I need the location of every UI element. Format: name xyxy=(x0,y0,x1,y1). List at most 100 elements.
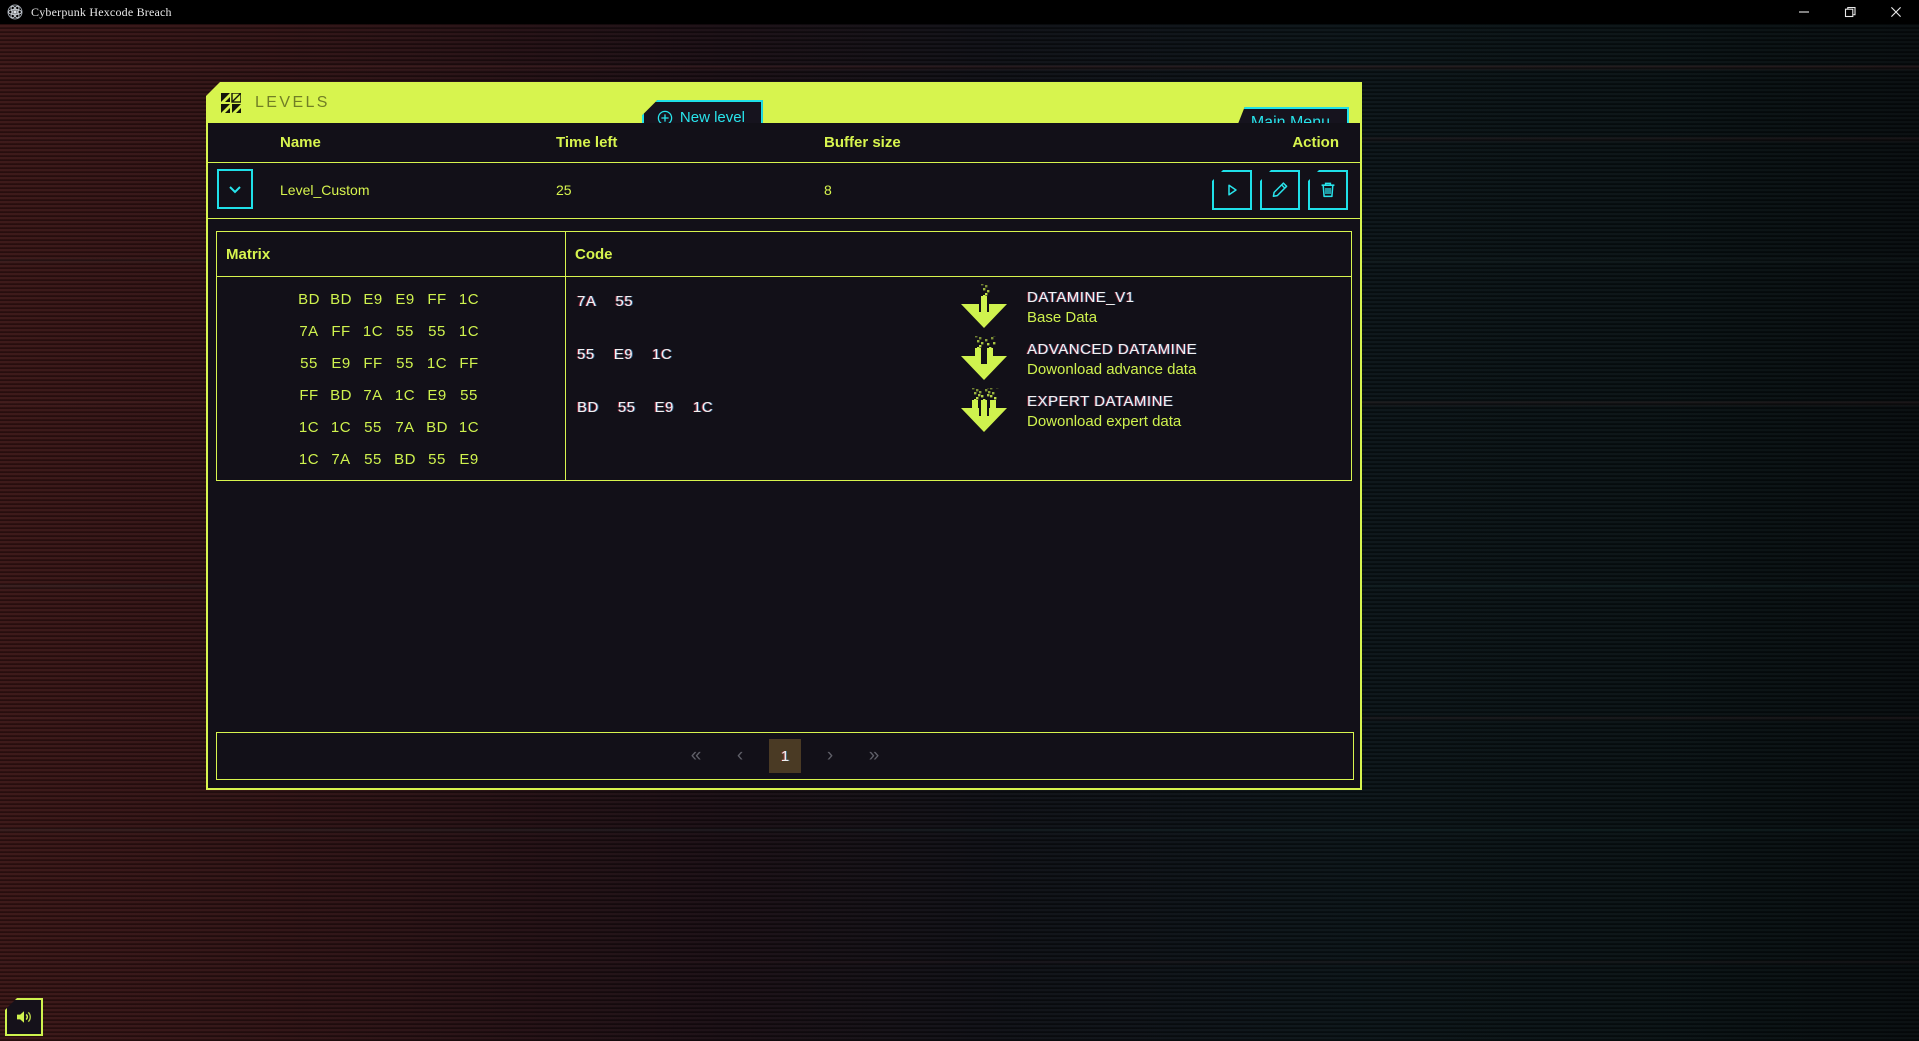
matrix-grid: BD BD E9 E9 FF 1C 7A FF 1C 55 55 1C 55 E9 FF 55 1C FF FF BD… xyxy=(293,291,485,468)
datamine-reward-row: DATAMINE_V1 Base Data xyxy=(958,281,1197,333)
code-cell: BD xyxy=(577,399,599,416)
matrix-cell[interactable]: 1C xyxy=(293,451,325,468)
speaker-on-icon xyxy=(14,1007,34,1027)
matrix-body: BD BD E9 E9 FF 1C 7A FF 1C 55 55 1C 55 E9 FF 55 1C FF FF BD… xyxy=(217,277,565,480)
column-header-action: Action xyxy=(1292,134,1339,151)
play-icon xyxy=(1223,181,1241,199)
datamine-subtitle: Dowonload expert data xyxy=(1027,412,1182,430)
levels-panel: LEVELS New level Main Menu Name Time lef… xyxy=(206,82,1362,790)
window-titlebar: Cyberpunk Hexcode Breach xyxy=(0,0,1919,24)
matrix-cell[interactable]: FF xyxy=(421,291,453,308)
cell-time-left: 25 xyxy=(556,182,572,198)
page-last-button[interactable]: » xyxy=(859,739,889,773)
datamine-v2-icon xyxy=(958,336,1010,382)
matrix-cell[interactable]: 55 xyxy=(293,355,325,372)
code-sequence: 55 E9 1C xyxy=(577,346,713,364)
datamine-title: EXPERT DATAMINE xyxy=(1027,392,1174,410)
matrix-cell[interactable]: E9 xyxy=(453,451,485,468)
datamine-v3-icon xyxy=(958,388,1010,434)
matrix-cell[interactable]: 55 xyxy=(357,451,389,468)
matrix-cell[interactable]: 55 xyxy=(389,323,421,340)
datamine-reward-list: DATAMINE_V1 Base Data ADVANCED DATAMINE Dow… xyxy=(958,281,1197,437)
matrix-cell[interactable]: 1C xyxy=(453,323,485,340)
matrix-cell[interactable]: E9 xyxy=(389,291,421,308)
matrix-cell[interactable]: 7A xyxy=(357,387,389,404)
table-header-row: Name Time left Buffer size Action xyxy=(208,123,1360,163)
row-action-group xyxy=(1212,170,1348,210)
code-body: 7A 55 55 E9 1C BD 55 E9 1C DATAMINE_V1 Base Data A… xyxy=(566,277,1351,480)
matrix-cell[interactable]: FF xyxy=(325,323,357,340)
matrix-cell[interactable]: 55 xyxy=(389,355,421,372)
panel-body: Name Time left Buffer size Action Level_… xyxy=(206,123,1362,790)
datamine-title: DATAMINE_V1 xyxy=(1027,288,1135,306)
matrix-cell[interactable]: 55 xyxy=(421,451,453,468)
matrix-cell[interactable]: BD xyxy=(389,451,421,468)
code-cell: 1C xyxy=(652,346,673,363)
column-header-buffer: Buffer size xyxy=(824,134,901,151)
code-cell: E9 xyxy=(654,399,674,416)
matrix-cell[interactable]: 55 xyxy=(421,323,453,340)
datamine-texts: ADVANCED DATAMINE Dowonload advance data xyxy=(1027,341,1197,378)
datamine-title: ADVANCED DATAMINE xyxy=(1027,340,1198,358)
page-number-1[interactable]: 1 xyxy=(769,739,801,773)
matrix-cell[interactable]: 55 xyxy=(357,419,389,436)
matrix-cell[interactable]: 1C xyxy=(293,419,325,436)
matrix-cell[interactable]: BD xyxy=(293,291,325,308)
matrix-label: Matrix xyxy=(217,232,565,277)
matrix-cell[interactable]: E9 xyxy=(421,387,453,404)
code-cell: 1C xyxy=(692,399,714,416)
level-detail-panel: Matrix BD BD E9 E9 FF 1C 7A FF 1C 55 55 1C 55 E9 FF 55 1… xyxy=(216,231,1352,481)
matrix-cell[interactable]: 7A xyxy=(389,419,421,436)
matrix-cell[interactable]: 55 xyxy=(453,387,485,404)
page-first-button[interactable]: « xyxy=(681,739,711,773)
matrix-cell[interactable]: E9 xyxy=(357,291,389,308)
code-section: Code 7A 55 55 E9 1C BD 55 E9 1C DATAMINE_V1 Base … xyxy=(566,232,1351,480)
code-cell: 55 xyxy=(615,293,634,310)
chevron-down-icon xyxy=(225,179,245,199)
matrix-cell[interactable]: BD xyxy=(325,291,357,308)
matrix-cell[interactable]: 7A xyxy=(325,451,357,468)
datamine-reward-row: EXPERT DATAMINE Dowonload expert data xyxy=(958,385,1197,437)
page-prev-button[interactable]: ‹ xyxy=(725,739,755,773)
datamine-reward-row: ADVANCED DATAMINE Dowonload advance data xyxy=(958,333,1197,385)
window-title: Cyberpunk Hexcode Breach xyxy=(31,4,172,19)
matrix-cell[interactable]: 7A xyxy=(293,323,325,340)
matrix-cell[interactable]: FF xyxy=(293,387,325,404)
datamine-texts: DATAMINE_V1 Base Data xyxy=(1027,289,1134,326)
code-cell: 55 xyxy=(617,399,636,416)
maximize-icon[interactable] xyxy=(1827,0,1873,24)
matrix-cell[interactable]: E9 xyxy=(325,355,357,372)
matrix-cell[interactable]: 1C xyxy=(357,323,389,340)
matrix-cell[interactable]: 1C xyxy=(453,291,485,308)
column-header-name: Name xyxy=(280,134,321,151)
play-button[interactable] xyxy=(1212,170,1252,210)
close-icon[interactable] xyxy=(1873,0,1919,24)
matrix-cell[interactable]: BD xyxy=(325,387,357,404)
matrix-cell[interactable]: 1C xyxy=(325,419,357,436)
matrix-cell[interactable]: FF xyxy=(357,355,389,372)
panel-header: LEVELS New level Main Menu xyxy=(206,82,1362,123)
table-row: Level_Custom 25 8 xyxy=(208,163,1360,219)
delete-button[interactable] xyxy=(1308,170,1348,210)
code-cell: 55 xyxy=(577,346,595,363)
pencil-icon xyxy=(1270,180,1290,200)
matrix-cell[interactable]: 1C xyxy=(453,419,485,436)
code-sequence-list: 7A 55 55 E9 1C BD 55 E9 1C xyxy=(577,293,713,452)
matrix-cell[interactable]: FF xyxy=(453,355,485,372)
panel-header-left: LEVELS xyxy=(206,92,330,113)
matrix-cell[interactable]: 1C xyxy=(421,355,453,372)
expand-row-button[interactable] xyxy=(217,169,253,209)
column-header-time: Time left xyxy=(556,134,618,151)
edit-button[interactable] xyxy=(1260,170,1300,210)
matrix-cell[interactable]: BD xyxy=(421,419,453,436)
cell-level-name: Level_Custom xyxy=(280,182,370,198)
matrix-section: Matrix BD BD E9 E9 FF 1C 7A FF 1C 55 55 1C 55 E9 FF 55 1… xyxy=(217,232,566,480)
code-label: Code xyxy=(566,232,1351,277)
datamine-subtitle: Dowonload advance data xyxy=(1027,360,1197,378)
datamine-v1-icon xyxy=(958,284,1010,330)
page-next-button[interactable]: › xyxy=(815,739,845,773)
datamine-subtitle: Base Data xyxy=(1027,308,1098,326)
code-cell: E9 xyxy=(613,346,634,363)
matrix-cell[interactable]: 1C xyxy=(389,387,421,404)
minimize-icon[interactable] xyxy=(1781,0,1827,24)
